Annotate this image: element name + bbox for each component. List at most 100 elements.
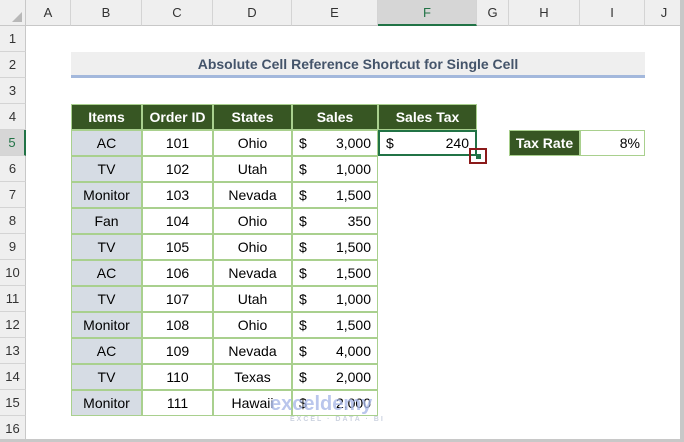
currency-symbol: $ bbox=[299, 161, 307, 177]
order-id-cell[interactable]: 107 bbox=[142, 286, 213, 312]
row-header-8[interactable]: 8 bbox=[0, 208, 26, 234]
column-header-I[interactable]: I bbox=[580, 0, 645, 26]
sales-cell[interactable]: $4,000 bbox=[292, 338, 378, 364]
header-items[interactable]: Items bbox=[71, 104, 142, 130]
vertical-scrollbar[interactable] bbox=[680, 0, 684, 442]
order-id-cell[interactable]: 103 bbox=[142, 182, 213, 208]
column-header-E[interactable]: E bbox=[292, 0, 378, 26]
row-header-4[interactable]: 4 bbox=[0, 104, 26, 130]
item-cell[interactable]: AC bbox=[71, 338, 142, 364]
sales-value: 1,000 bbox=[335, 161, 371, 177]
column-header-F[interactable]: F bbox=[378, 0, 477, 26]
row-header-10[interactable]: 10 bbox=[0, 260, 26, 286]
sales-cell[interactable]: $1,000 bbox=[292, 286, 378, 312]
sales-cell[interactable]: $2,000 bbox=[292, 364, 378, 390]
sales-value: 4,000 bbox=[335, 343, 371, 359]
header-sales[interactable]: Sales bbox=[292, 104, 378, 130]
sales-value: 1,500 bbox=[335, 239, 371, 255]
order-id-cell[interactable]: 104 bbox=[142, 208, 213, 234]
state-cell[interactable]: Ohio bbox=[213, 312, 292, 338]
header-sales-tax[interactable]: Sales Tax bbox=[378, 104, 477, 130]
row-header-13[interactable]: 13 bbox=[0, 338, 26, 364]
sales-value: 1,500 bbox=[335, 317, 371, 333]
row-header-9[interactable]: 9 bbox=[0, 234, 26, 260]
row-header-14[interactable]: 14 bbox=[0, 364, 26, 390]
order-id-cell[interactable]: 106 bbox=[142, 260, 213, 286]
currency-symbol: $ bbox=[386, 135, 394, 151]
state-cell[interactable]: Ohio bbox=[213, 234, 292, 260]
sales-cell[interactable]: $350 bbox=[292, 208, 378, 234]
row-header-15[interactable]: 15 bbox=[0, 390, 26, 416]
column-header-A[interactable]: A bbox=[26, 0, 71, 26]
column-header-G[interactable]: G bbox=[477, 0, 509, 26]
header-order-id[interactable]: Order ID bbox=[142, 104, 213, 130]
sales-value: 1,500 bbox=[335, 265, 371, 281]
currency-symbol: $ bbox=[299, 213, 307, 229]
item-cell[interactable]: Monitor bbox=[71, 182, 142, 208]
state-cell[interactable]: Ohio bbox=[213, 130, 292, 156]
currency-symbol: $ bbox=[299, 239, 307, 255]
row-header-3[interactable]: 3 bbox=[0, 78, 26, 104]
order-id-cell[interactable]: 105 bbox=[142, 234, 213, 260]
row-header-11[interactable]: 11 bbox=[0, 286, 26, 312]
item-cell[interactable]: TV bbox=[71, 234, 142, 260]
order-id-cell[interactable]: 109 bbox=[142, 338, 213, 364]
order-id-cell[interactable]: 102 bbox=[142, 156, 213, 182]
order-id-cell[interactable]: 110 bbox=[142, 364, 213, 390]
order-id-cell[interactable]: 111 bbox=[142, 390, 213, 416]
state-cell[interactable]: Ohio bbox=[213, 208, 292, 234]
column-header-H[interactable]: H bbox=[509, 0, 580, 26]
item-cell[interactable]: TV bbox=[71, 156, 142, 182]
column-header-J[interactable]: J bbox=[645, 0, 684, 26]
select-all-corner[interactable] bbox=[0, 0, 26, 26]
state-cell[interactable]: Utah bbox=[213, 156, 292, 182]
row-header-1[interactable]: 1 bbox=[0, 26, 26, 52]
sales-tax-cell[interactable]: $240 bbox=[378, 130, 477, 156]
currency-symbol: $ bbox=[299, 291, 307, 307]
column-header-D[interactable]: D bbox=[213, 0, 292, 26]
tax-rate-value[interactable]: 8% bbox=[580, 130, 645, 156]
sales-value: 2,000 bbox=[335, 369, 371, 385]
currency-symbol: $ bbox=[299, 187, 307, 203]
column-header-B[interactable]: B bbox=[71, 0, 142, 26]
sales-value: 1,500 bbox=[335, 187, 371, 203]
sales-value: 1,000 bbox=[335, 291, 371, 307]
order-id-cell[interactable]: 108 bbox=[142, 312, 213, 338]
row-header-2[interactable]: 2 bbox=[0, 52, 26, 78]
item-cell[interactable]: TV bbox=[71, 286, 142, 312]
state-cell[interactable]: Nevada bbox=[213, 182, 292, 208]
currency-symbol: $ bbox=[299, 369, 307, 385]
tax-rate-label[interactable]: Tax Rate bbox=[509, 130, 580, 156]
currency-symbol: $ bbox=[299, 135, 307, 151]
currency-symbol: $ bbox=[299, 265, 307, 281]
column-header-C[interactable]: C bbox=[142, 0, 213, 26]
sales-cell[interactable]: $1,500 bbox=[292, 312, 378, 338]
sales-cell[interactable]: $1,500 bbox=[292, 182, 378, 208]
row-header-6[interactable]: 6 bbox=[0, 156, 26, 182]
item-cell[interactable]: Monitor bbox=[71, 390, 142, 416]
order-id-cell[interactable]: 101 bbox=[142, 130, 213, 156]
fill-handle[interactable] bbox=[469, 148, 487, 164]
currency-symbol: $ bbox=[299, 343, 307, 359]
row-header-12[interactable]: 12 bbox=[0, 312, 26, 338]
item-cell[interactable]: TV bbox=[71, 364, 142, 390]
sales-cell[interactable]: $1,500 bbox=[292, 234, 378, 260]
sales-cell[interactable]: $3,000 bbox=[292, 130, 378, 156]
item-cell[interactable]: AC bbox=[71, 260, 142, 286]
row-header-7[interactable]: 7 bbox=[0, 182, 26, 208]
row-header-5[interactable]: 5 bbox=[0, 130, 26, 156]
currency-symbol: $ bbox=[299, 317, 307, 333]
state-cell[interactable]: Nevada bbox=[213, 338, 292, 364]
sales-cell[interactable]: $1,500 bbox=[292, 260, 378, 286]
item-cell[interactable]: Monitor bbox=[71, 312, 142, 338]
sheet-title: Absolute Cell Reference Shortcut for Sin… bbox=[71, 52, 645, 78]
item-cell[interactable]: Fan bbox=[71, 208, 142, 234]
header-states[interactable]: States bbox=[213, 104, 292, 130]
state-cell[interactable]: Nevada bbox=[213, 260, 292, 286]
item-cell[interactable]: AC bbox=[71, 130, 142, 156]
state-cell[interactable]: Utah bbox=[213, 286, 292, 312]
sales-cell[interactable]: $1,000 bbox=[292, 156, 378, 182]
sales-value: 350 bbox=[347, 213, 371, 229]
sales-value: 3,000 bbox=[335, 135, 371, 151]
state-cell[interactable]: Texas bbox=[213, 364, 292, 390]
